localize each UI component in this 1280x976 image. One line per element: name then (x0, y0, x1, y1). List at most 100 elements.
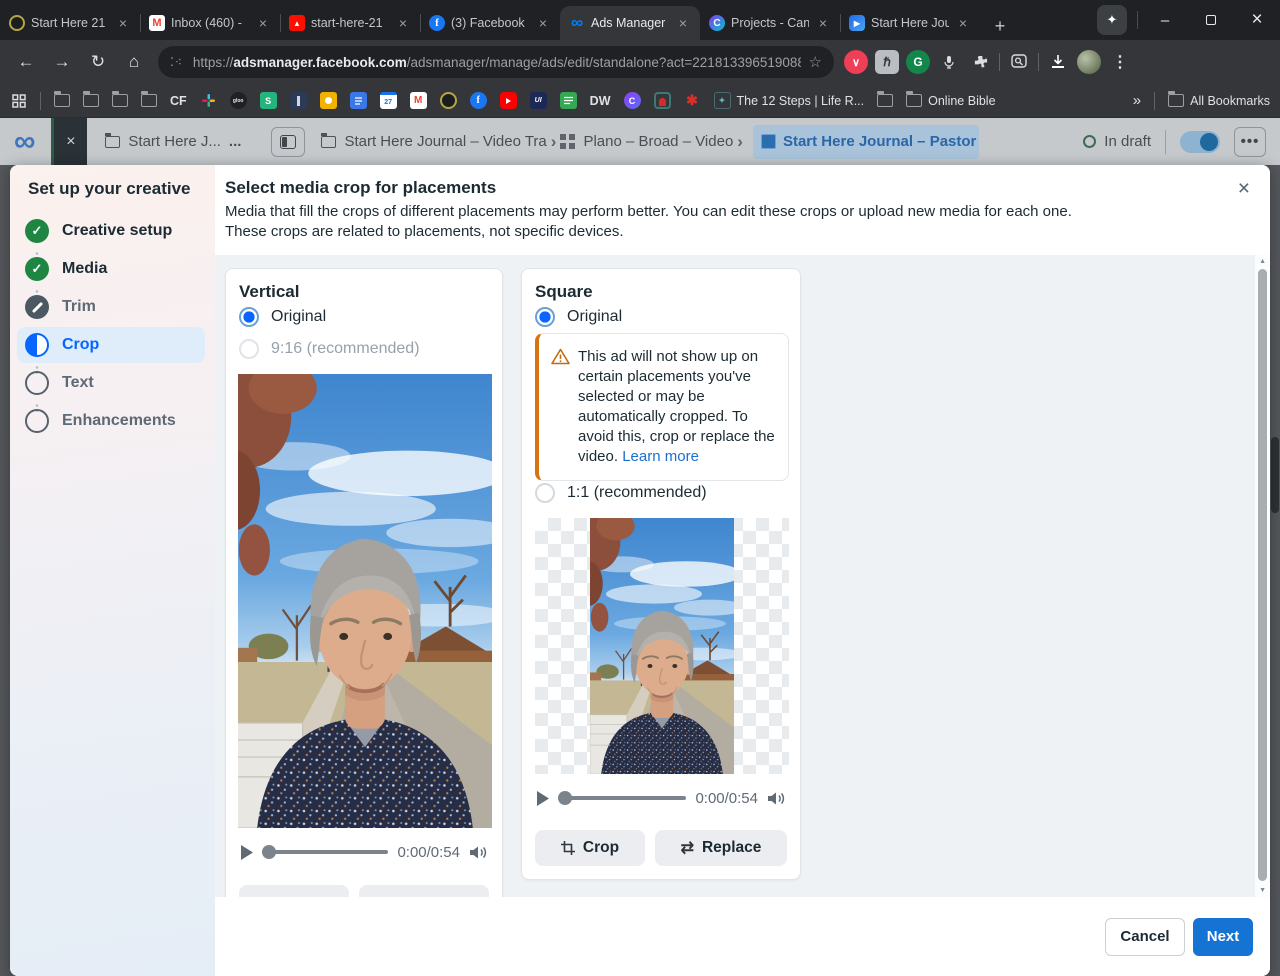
statue-bookmark-icon[interactable] (290, 92, 307, 109)
grammarly-extension-icon[interactable]: G (906, 50, 930, 74)
step-enhancements[interactable]: Enhancements (17, 403, 205, 439)
review-toggle[interactable] (1180, 131, 1220, 153)
tab-close-icon[interactable]: × (955, 15, 971, 31)
bulb-bookmark-icon[interactable] (320, 92, 337, 109)
tab-projects[interactable]: C Projects - Can × (700, 6, 840, 40)
maximize-button[interactable] (1188, 0, 1234, 40)
scroll-down-icon[interactable]: ▼ (1259, 887, 1266, 894)
radio-selected-icon[interactable] (239, 307, 259, 327)
tab-start-here-21[interactable]: Start Here 21 × (0, 6, 140, 40)
dialog-scrollbar-thumb[interactable] (1258, 269, 1267, 881)
play-icon[interactable] (240, 845, 253, 860)
docs-bookmark-icon[interactable] (350, 92, 367, 109)
seek-knob[interactable] (262, 845, 276, 859)
radio-unselected-icon[interactable] (535, 483, 555, 503)
breadcrumb-ad-active[interactable]: Start Here Journal – Pastor St (753, 125, 979, 159)
arch-bookmark-icon[interactable] (654, 92, 671, 109)
editor-tab-more[interactable]: ... (229, 133, 242, 150)
home-icon[interactable]: ⌂ (119, 47, 149, 77)
close-window-button[interactable]: × (1234, 0, 1280, 40)
reload-icon[interactable]: ↻ (83, 47, 113, 77)
apps-grid-icon[interactable] (10, 92, 27, 109)
pocket-extension-icon[interactable]: ∨ (844, 50, 868, 74)
radio-selected-icon[interactable] (535, 307, 555, 327)
volume-icon[interactable] (469, 844, 488, 861)
tab-facebook[interactable]: f (3) Facebook × (420, 6, 560, 40)
bookmark-dw[interactable]: DW (590, 94, 611, 108)
tab-close-icon[interactable]: × (535, 15, 551, 31)
tab-start-here-journal[interactable]: ▶ Start Here Jou × (840, 6, 980, 40)
step-crop-active[interactable]: Crop (17, 327, 205, 363)
browser-assistant-icon[interactable]: ✦ (1097, 5, 1127, 35)
option-original[interactable]: Original (239, 307, 326, 327)
crop-button[interactable]: Crop (535, 830, 645, 866)
step-creative-setup[interactable]: ✓ Creative setup (17, 213, 205, 249)
scroll-up-icon[interactable]: ▲ (1259, 258, 1266, 265)
step-media[interactable]: ✓ Media (17, 251, 205, 287)
red-mark-bookmark-icon[interactable]: ✱ (684, 92, 701, 109)
option-9-16[interactable]: 9:16 (recommended) (239, 339, 420, 359)
radio-unselected-icon[interactable] (239, 339, 259, 359)
browser-menu-kebab-icon[interactable]: ⋮ (1108, 50, 1132, 74)
slack-bookmark-icon[interactable] (200, 92, 217, 109)
tab-close-icon[interactable]: × (255, 15, 271, 31)
seek-knob[interactable] (558, 791, 572, 805)
tab-close-icon[interactable]: × (675, 15, 691, 31)
site-settings-icon[interactable]: ⁚⁖ (170, 55, 183, 69)
new-tab-button[interactable]: + (986, 12, 1014, 40)
close-editor-tab-icon[interactable]: × (51, 118, 87, 165)
calendar-bookmark-icon[interactable]: 27 (380, 92, 397, 109)
play-icon[interactable] (536, 791, 549, 806)
clogo-bookmark-icon[interactable] (440, 92, 457, 109)
cancel-button[interactable]: Cancel (1105, 918, 1185, 956)
sidebar-toggle-button[interactable] (271, 127, 305, 157)
bookmark-star-icon[interactable]: ☆ (809, 53, 822, 71)
bookmark-folder-icon[interactable] (112, 94, 128, 107)
address-bar[interactable]: ⁚⁖ https://adsmanager.facebook.com/adsma… (158, 46, 834, 78)
bookmark-folder-icon[interactable] (141, 94, 157, 107)
tab-close-icon[interactable]: × (395, 15, 411, 31)
replace-button[interactable] (359, 885, 489, 897)
next-button[interactable]: Next (1193, 918, 1253, 956)
header-more-button[interactable]: ••• (1234, 127, 1266, 157)
learn-more-link[interactable]: Learn more (622, 448, 699, 465)
dialog-close-icon[interactable]: × (1238, 178, 1250, 199)
bookmarks-overflow-chevron[interactable]: » (1133, 92, 1141, 109)
url-text[interactable]: https://adsmanager.facebook.com/adsmanag… (193, 55, 801, 70)
downloads-icon[interactable] (1046, 50, 1070, 74)
seek-bar[interactable] (262, 845, 388, 859)
option-original[interactable]: Original (535, 307, 622, 327)
editor-tab[interactable]: Start Here J... ... (105, 133, 241, 150)
crop-button[interactable] (239, 885, 349, 897)
breadcrumb-adset[interactable]: Plano – Broad – Video (560, 133, 733, 150)
bookmark-cf[interactable]: CF (170, 94, 187, 108)
volume-icon[interactable] (767, 790, 786, 807)
tab-search-icon[interactable] (1007, 50, 1031, 74)
seek-bar[interactable] (558, 791, 686, 805)
back-icon[interactable]: ← (11, 47, 41, 77)
square-video-preview[interactable] (590, 518, 734, 774)
option-1-1[interactable]: 1:1 (recommended) (535, 483, 707, 503)
step-text[interactable]: Text (17, 365, 205, 401)
bookmark-folder-icon[interactable] (54, 94, 70, 107)
profile-avatar[interactable] (1077, 50, 1101, 74)
vertical-video-preview[interactable] (238, 374, 492, 828)
tab-close-icon[interactable]: × (115, 15, 131, 31)
tab-close-icon[interactable]: × (815, 15, 831, 31)
gmail-bookmark-icon[interactable]: M (410, 92, 427, 109)
green-s-bookmark-icon[interactable]: S (260, 92, 277, 109)
ui-bookmark-icon[interactable]: UI (530, 92, 547, 109)
bookmark-twelve-steps[interactable]: ✦The 12 Steps | Life R... (714, 92, 865, 109)
forward-icon[interactable]: → (47, 47, 77, 77)
youtube-bookmark-icon[interactable] (500, 92, 517, 109)
all-bookmarks[interactable]: All Bookmarks (1168, 94, 1270, 108)
dialog-scrollbar[interactable]: ▲ ▼ (1255, 255, 1270, 897)
tab-pdf[interactable]: ▲ start-here-21 × (280, 6, 420, 40)
tab-gmail-inbox[interactable]: M Inbox (460) - × (140, 6, 280, 40)
page-scrollbar-thumb[interactable] (1271, 437, 1279, 513)
microphone-icon[interactable] (937, 50, 961, 74)
bookmark-online-bible[interactable]: Online Bible (906, 94, 995, 108)
bookmark-folder-icon[interactable] (83, 94, 99, 107)
list-bookmark-icon[interactable] (560, 92, 577, 109)
gloo-bookmark-icon[interactable]: gloo (230, 92, 247, 109)
